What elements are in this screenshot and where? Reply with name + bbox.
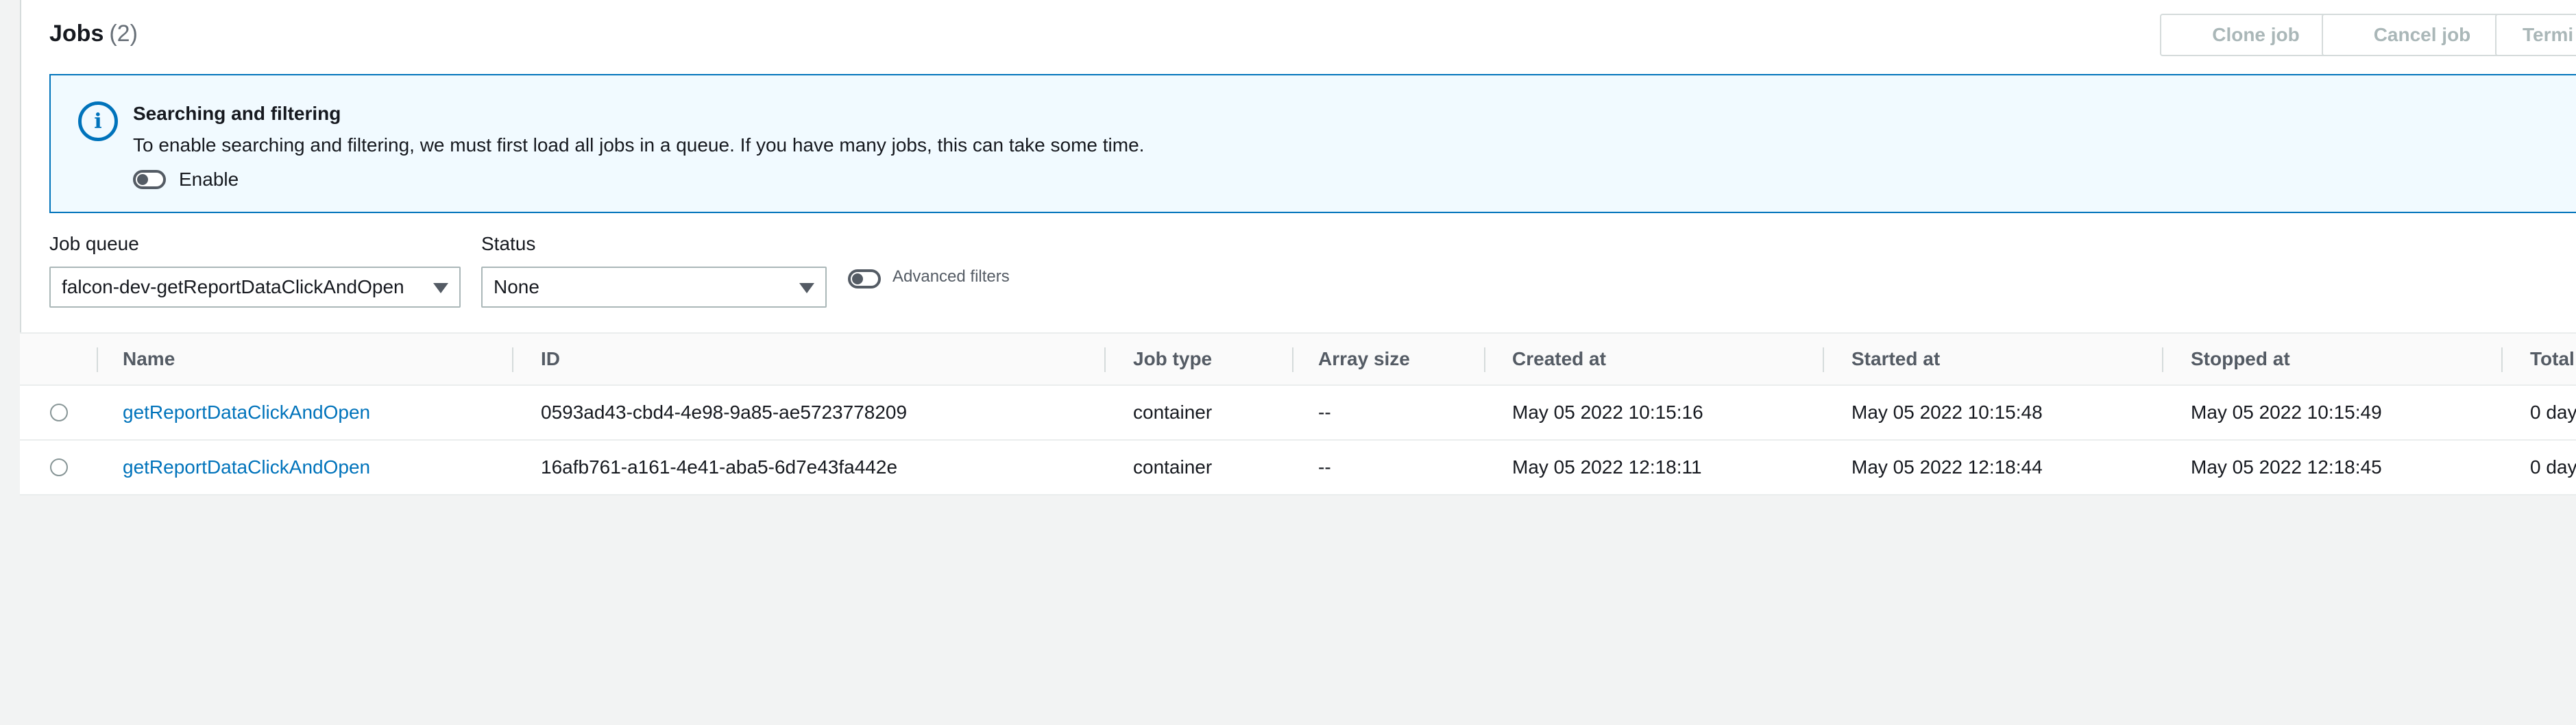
job-type: container <box>1133 402 1213 423</box>
column-separator <box>1104 347 1106 372</box>
info-text: To enable searching and filtering, we mu… <box>133 134 1145 156</box>
caret-down-icon <box>799 283 814 293</box>
enable-label: Enable <box>179 169 239 190</box>
search-filter-info-alert: i Searching and filtering To enable sear… <box>49 74 2576 213</box>
job-id: 0593ad43-cbd4-4e98-9a85-ae5723778209 <box>541 402 908 423</box>
page-title: Jobs (2) <box>49 21 138 47</box>
info-icon: i <box>78 101 118 141</box>
column-separator <box>2501 347 2503 372</box>
table-row[interactable]: getReportDataClickAndOpen 16afb761-a161-… <box>20 441 2576 495</box>
array-size: -- <box>1318 402 1331 423</box>
job-name-link[interactable]: getReportDataClickAndOpen <box>123 386 370 439</box>
column-header-job-type[interactable]: Job type <box>1133 334 1212 384</box>
job-queue-value: falcon-dev-getReportDataClickAndOpen <box>62 276 404 297</box>
total-duration: 0 day <box>2530 456 2576 478</box>
job-queue-select[interactable]: falcon-dev-getReportDataClickAndOpen <box>49 267 461 308</box>
array-size: -- <box>1318 456 1331 478</box>
column-header-array-size[interactable]: Array size <box>1318 334 1410 384</box>
created-at: May 05 2022 12:18:11 <box>1512 456 1702 478</box>
column-header-name[interactable]: Name <box>123 334 175 384</box>
table-row[interactable]: getReportDataClickAndOpen 0593ad43-cbd4-… <box>20 386 2576 441</box>
column-separator <box>2162 347 2163 372</box>
started-at: May 05 2022 10:15:48 <box>1851 402 2043 423</box>
jobs-count: (2) <box>109 21 138 47</box>
cancel-job-button[interactable]: Cancel job <box>2322 14 2523 56</box>
terminate-job-button[interactable]: Termi <box>2495 14 2576 56</box>
caret-down-icon <box>433 283 448 293</box>
enable-search-toggle[interactable] <box>133 170 166 189</box>
table-header: Name ID Job type Array size Created at S… <box>20 334 2576 386</box>
stopped-at: May 05 2022 12:18:45 <box>2191 456 2382 478</box>
status-value: None <box>494 276 539 297</box>
job-id: 16afb761-a161-4e41-aba5-6d7e43fa442e <box>541 456 898 478</box>
advanced-filters-label: Advanced filters <box>892 267 1010 286</box>
column-header-stopped-at[interactable]: Stopped at <box>2191 334 2290 384</box>
column-header-created-at[interactable]: Created at <box>1512 334 1606 384</box>
column-separator <box>1823 347 1824 372</box>
total-duration: 0 day <box>2530 402 2576 423</box>
status-label: Status <box>481 233 536 254</box>
advanced-filters-toggle[interactable] <box>848 269 881 288</box>
created-at: May 05 2022 10:15:16 <box>1512 402 1703 423</box>
started-at: May 05 2022 12:18:44 <box>1851 456 2043 478</box>
column-header-id[interactable]: ID <box>541 334 560 384</box>
jobs-title: Jobs <box>49 21 104 47</box>
column-separator <box>97 347 98 372</box>
column-separator <box>512 347 513 372</box>
job-name-link[interactable]: getReportDataClickAndOpen <box>123 441 370 494</box>
info-title: Searching and filtering <box>133 103 341 124</box>
column-separator <box>1292 347 1293 372</box>
row-select-radio[interactable] <box>50 404 68 421</box>
job-queue-label: Job queue <box>49 233 139 254</box>
row-select-radio[interactable] <box>50 458 68 476</box>
status-select[interactable]: None <box>481 267 827 308</box>
column-separator <box>1484 347 1485 372</box>
job-type: container <box>1133 456 1213 478</box>
column-header-total[interactable]: Total <box>2530 334 2575 384</box>
column-header-started-at[interactable]: Started at <box>1851 334 1940 384</box>
stopped-at: May 05 2022 10:15:49 <box>2191 402 2382 423</box>
